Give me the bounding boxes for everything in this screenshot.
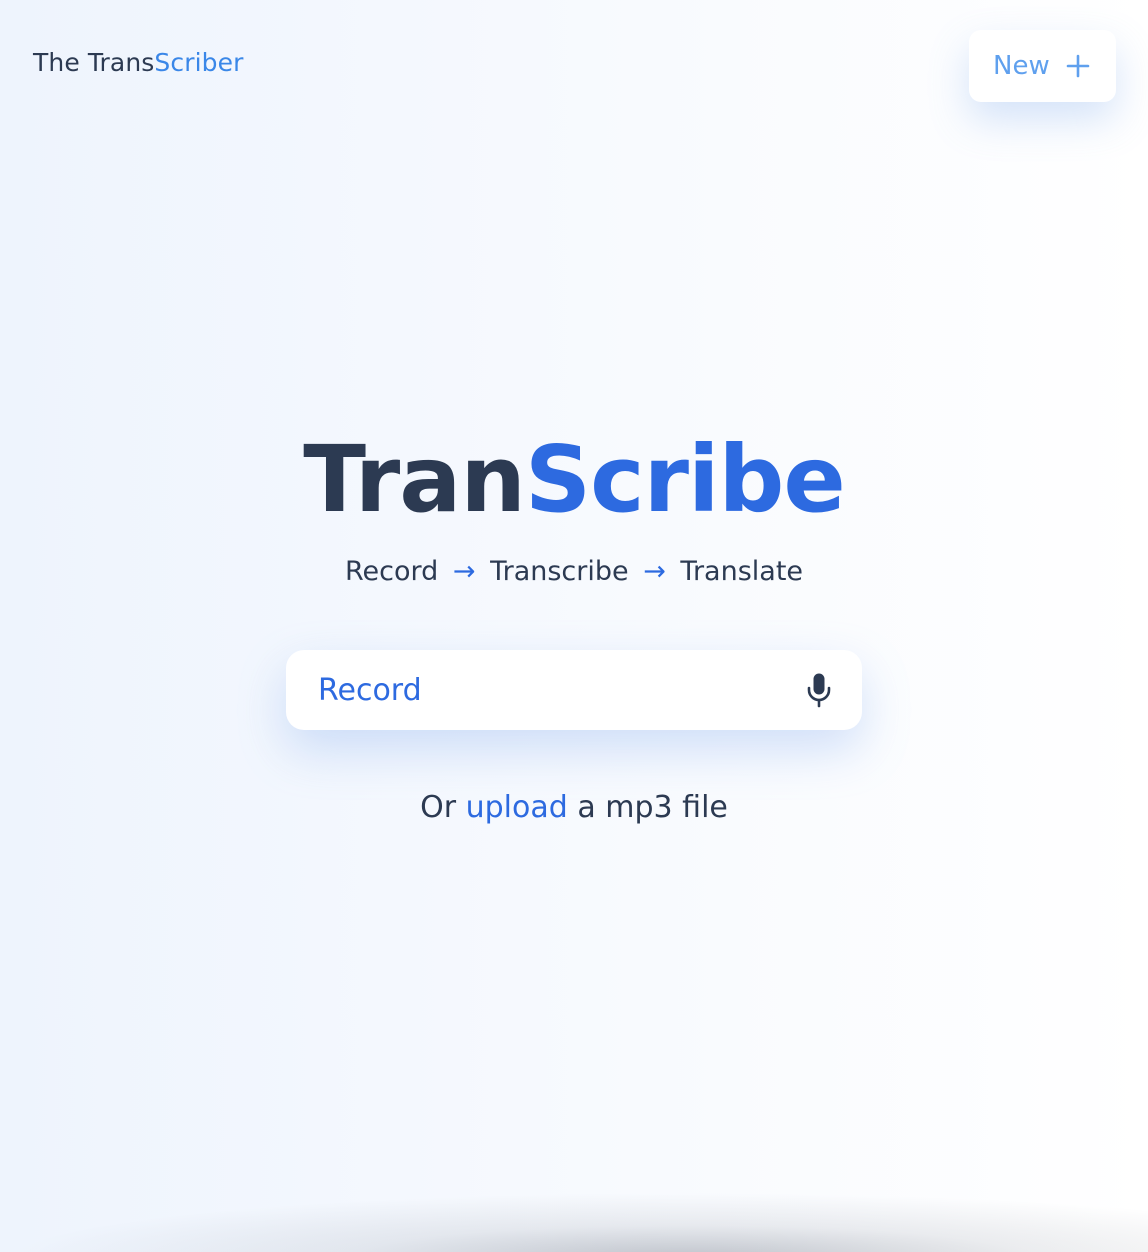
tagline-step-translate: Translate xyxy=(680,556,804,587)
app-header: The TransScriber New xyxy=(0,0,1148,132)
hero-title-prefix: Tran xyxy=(303,426,526,533)
brand-accent: Scriber xyxy=(154,48,244,77)
app-logo[interactable]: The TransScriber xyxy=(33,48,244,77)
bottom-shadow xyxy=(0,1192,1148,1252)
tagline-step-transcribe: Transcribe xyxy=(490,556,629,587)
hero-title-accent: Scribe xyxy=(524,426,846,533)
upload-line: Or upload a mp3 file xyxy=(0,790,1148,825)
new-button[interactable]: New xyxy=(969,30,1116,102)
upload-suffix: a mp3 file xyxy=(577,790,728,825)
tagline-step-record: Record xyxy=(344,556,439,587)
plus-icon xyxy=(1066,54,1090,78)
upload-prefix: Or xyxy=(420,790,457,825)
record-button-label: Record xyxy=(318,672,422,708)
arrow-right-icon: → xyxy=(452,556,476,587)
brand-prefix: The Trans xyxy=(33,48,155,77)
new-button-label: New xyxy=(993,51,1050,81)
microphone-icon xyxy=(807,673,831,708)
arrow-right-icon: → xyxy=(643,556,666,587)
record-button[interactable]: Record xyxy=(286,650,862,730)
tagline: Record → Transcribe → Translate xyxy=(0,556,1148,587)
hero-title: TranScribe xyxy=(0,420,1148,540)
upload-link[interactable]: upload xyxy=(466,790,568,825)
